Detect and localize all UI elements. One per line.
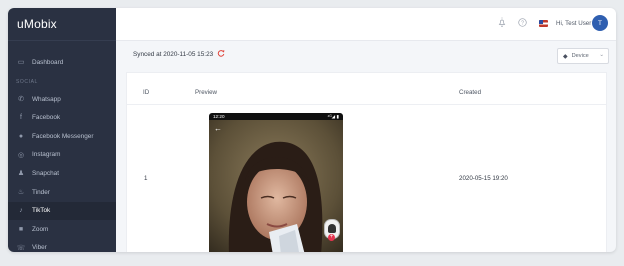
- phone-status-time: 12:20: [213, 114, 225, 119]
- instagram-icon: ◎: [17, 151, 25, 159]
- svg-text:?: ?: [521, 20, 524, 26]
- back-arrow-icon: ←: [214, 124, 222, 133]
- sidebar-item-tiktok[interactable]: ♪ TikTok: [8, 201, 116, 220]
- sidebar-item-label: Facebook Messenger: [32, 132, 94, 140]
- facebook-icon: f: [20, 114, 22, 122]
- table-header-divider: [127, 104, 606, 105]
- sync-bar: Synced at 2020-11-05 15:23 ◆ Device ⌄: [116, 40, 616, 68]
- cell-created: 2020-05-15 19:20: [459, 175, 508, 182]
- plus-icon: +: [328, 234, 335, 241]
- sidebar-item-label: Instagram: [32, 151, 61, 159]
- sidebar-item-whatsapp[interactable]: ✆ Whatsapp: [8, 90, 116, 108]
- preview-image: [209, 120, 343, 252]
- sidebar-section-social: SOCIAL: [16, 79, 38, 85]
- messenger-icon: ●: [18, 132, 24, 140]
- column-header-created: Created: [459, 89, 482, 96]
- sidebar-item-label: Zoom: [32, 225, 49, 233]
- sidebar-item-label: Tinder: [32, 188, 50, 196]
- bell-icon[interactable]: [498, 17, 506, 29]
- whatsapp-icon: ✆: [18, 96, 24, 103]
- user-greeting[interactable]: Hi, Test User: [556, 20, 591, 27]
- flag-icon[interactable]: [539, 20, 548, 27]
- tinder-icon: ♨: [17, 189, 25, 196]
- sidebar-item-dashboard[interactable]: ▭ Dashboard: [8, 53, 116, 71]
- column-header-id: ID: [143, 89, 150, 96]
- help-icon[interactable]: ?: [518, 18, 527, 29]
- sidebar-item-label: Viber: [32, 244, 47, 252]
- sidebar-item-label: Dashboard: [32, 58, 64, 66]
- sidebar-item-label: Facebook: [32, 114, 61, 122]
- snapchat-icon: ♟: [17, 170, 25, 178]
- sidebar-item-label: Whatsapp: [32, 95, 61, 103]
- zoom-icon: ■: [18, 225, 24, 233]
- sidebar-item-facebook[interactable]: f Facebook: [8, 109, 116, 127]
- device-select-value: Device: [571, 53, 589, 59]
- sidebar-item-instagram[interactable]: ◎ Instagram: [8, 146, 116, 164]
- sidebar-item-label: Snapchat: [32, 169, 60, 177]
- sidebar-item-snapchat[interactable]: ♟ Snapchat: [8, 164, 116, 182]
- column-header-preview: Preview: [195, 89, 218, 96]
- refresh-icon[interactable]: [217, 49, 225, 59]
- sidebar-item-label: TikTok: [32, 207, 51, 215]
- chevron-down-icon: ⌄: [599, 52, 604, 58]
- phone-status-indicators: ⁴ᴳ◢ ▮: [327, 114, 339, 119]
- phone-status-bar: 12:20 ⁴ᴳ◢ ▮: [209, 113, 343, 120]
- viber-icon: ☏: [16, 244, 26, 252]
- device-select[interactable]: ◆ Device ⌄: [557, 48, 609, 64]
- tiktok-table: ID Preview Created 1 12:20 ⁴ᴳ◢ ▮ ← + 202…: [126, 72, 607, 252]
- tiktok-icon: ♪: [19, 207, 23, 215]
- sidebar-item-tinder[interactable]: ♨ Tinder: [8, 183, 116, 201]
- cell-id: 1: [144, 175, 148, 182]
- video-preview[interactable]: 12:20 ⁴ᴳ◢ ▮ ← +: [209, 113, 343, 252]
- brand-logo[interactable]: uMobix: [8, 8, 116, 41]
- topbar: ? Hi, Test User T: [116, 8, 616, 41]
- app-window: uMobix ▭ Dashboard SOCIAL ✆ Whatsapp f Face…: [8, 8, 616, 252]
- sidebar-item-zoom[interactable]: ■ Zoom: [8, 220, 116, 238]
- sync-status-text: Synced at 2020-11-05 15:23: [133, 51, 214, 58]
- sidebar-item-viber[interactable]: ☏ Viber: [8, 239, 116, 252]
- avatar[interactable]: T: [592, 15, 608, 31]
- sidebar: uMobix ▭ Dashboard SOCIAL ✆ Whatsapp f Face…: [8, 8, 116, 252]
- dashboard-icon: ▭: [17, 59, 25, 66]
- sidebar-item-facebook-messenger[interactable]: ● Facebook Messenger: [8, 127, 116, 145]
- device-icon: ◆: [563, 53, 568, 60]
